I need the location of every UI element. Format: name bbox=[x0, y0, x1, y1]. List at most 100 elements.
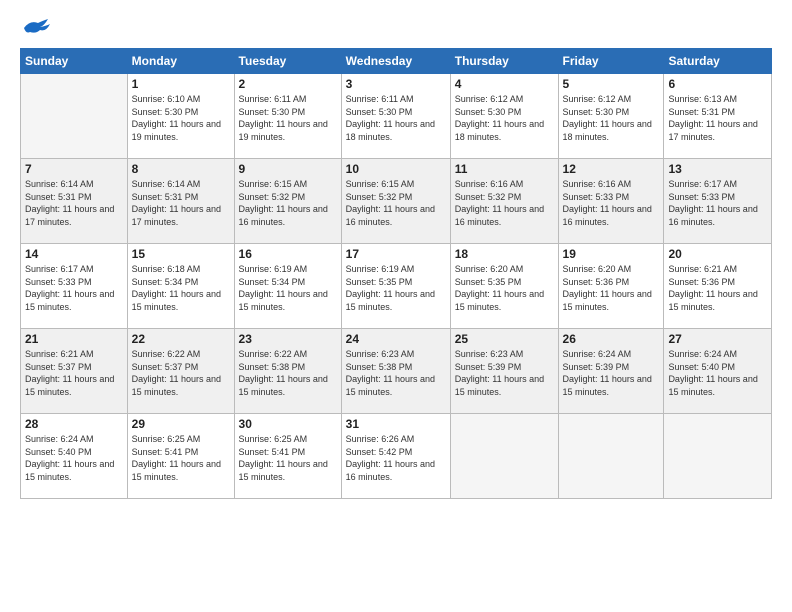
day-info: Sunrise: 6:25 AMSunset: 5:41 PMDaylight:… bbox=[239, 433, 337, 483]
calendar-cell: 22Sunrise: 6:22 AMSunset: 5:37 PMDayligh… bbox=[127, 329, 234, 414]
calendar-cell: 27 Sunrise: 6:24 AMSunset: 5:40 PMDayligh… bbox=[664, 329, 772, 414]
day-info: Sunrise: 6:20 AMSunset: 5:35 PMDaylight:… bbox=[455, 263, 554, 313]
day-info: Sunrise: 6:17 AMSunset: 5:33 PMDaylight:… bbox=[668, 178, 767, 228]
day-number: 13 bbox=[668, 162, 767, 176]
day-number: 29 bbox=[132, 417, 230, 431]
day-number: 17 bbox=[346, 247, 446, 261]
weekday-header-thursday: Thursday bbox=[450, 49, 558, 74]
day-number: 10 bbox=[346, 162, 446, 176]
calendar-cell: 14 Sunrise: 6:17 AMSunset: 5:33 PMDayligh… bbox=[21, 244, 128, 329]
header bbox=[20, 18, 772, 38]
day-number: 26 bbox=[563, 332, 660, 346]
day-number: 31 bbox=[346, 417, 446, 431]
calendar-cell bbox=[21, 74, 128, 159]
day-info: Sunrise: 6:26 AMSunset: 5:42 PMDaylight:… bbox=[346, 433, 446, 483]
day-info: Sunrise: 6:14 AMSunset: 5:31 PMDaylight:… bbox=[25, 178, 123, 228]
calendar-cell: 26 Sunrise: 6:24 AMSunset: 5:39 PMDayligh… bbox=[558, 329, 664, 414]
calendar-cell: 1 Sunrise: 6:10 AMSunset: 5:30 PMDaylight… bbox=[127, 74, 234, 159]
day-info: Sunrise: 6:12 AMSunset: 5:30 PMDaylight:… bbox=[563, 93, 660, 143]
day-info: Sunrise: 6:16 AMSunset: 5:33 PMDaylight:… bbox=[563, 178, 660, 228]
day-number: 8 bbox=[132, 162, 230, 176]
day-info: Sunrise: 6:14 AMSunset: 5:31 PMDaylight:… bbox=[132, 178, 230, 228]
day-number: 5 bbox=[563, 77, 660, 91]
day-number: 7 bbox=[25, 162, 123, 176]
day-info: Sunrise: 6:19 AMSunset: 5:35 PMDaylight:… bbox=[346, 263, 446, 313]
calendar-cell: 17 Sunrise: 6:19 AMSunset: 5:35 PMDayligh… bbox=[341, 244, 450, 329]
day-number: 30 bbox=[239, 417, 337, 431]
day-number: 28 bbox=[25, 417, 123, 431]
day-info: Sunrise: 6:11 AMSunset: 5:30 PMDaylight:… bbox=[239, 93, 337, 143]
calendar-cell: 10 Sunrise: 6:15 AMSunset: 5:32 PMDayligh… bbox=[341, 159, 450, 244]
weekday-header-tuesday: Tuesday bbox=[234, 49, 341, 74]
day-info: Sunrise: 6:25 AMSunset: 5:41 PMDaylight:… bbox=[132, 433, 230, 483]
day-number: 25 bbox=[455, 332, 554, 346]
calendar-cell: 30 Sunrise: 6:25 AMSunset: 5:41 PMDayligh… bbox=[234, 414, 341, 499]
calendar-cell: 11 Sunrise: 6:16 AMSunset: 5:32 PMDayligh… bbox=[450, 159, 558, 244]
day-info: Sunrise: 6:24 AMSunset: 5:40 PMDaylight:… bbox=[25, 433, 123, 483]
day-info: Sunrise: 6:15 AMSunset: 5:32 PMDaylight:… bbox=[346, 178, 446, 228]
day-number: 1 bbox=[132, 77, 230, 91]
calendar-cell: 15Sunrise: 6:18 AMSunset: 5:34 PMDayligh… bbox=[127, 244, 234, 329]
weekday-header-row: SundayMondayTuesdayWednesdayThursdayFrid… bbox=[21, 49, 772, 74]
day-number: 11 bbox=[455, 162, 554, 176]
day-number: 4 bbox=[455, 77, 554, 91]
calendar-table: SundayMondayTuesdayWednesdayThursdayFrid… bbox=[20, 48, 772, 499]
calendar-cell: 23 Sunrise: 6:22 AMSunset: 5:38 PMDayligh… bbox=[234, 329, 341, 414]
day-info: Sunrise: 6:24 AMSunset: 5:39 PMDaylight:… bbox=[563, 348, 660, 398]
day-number: 12 bbox=[563, 162, 660, 176]
calendar-cell: 16Sunrise: 6:19 AMSunset: 5:34 PMDayligh… bbox=[234, 244, 341, 329]
day-info: Sunrise: 6:19 AMSunset: 5:34 PMDaylight:… bbox=[239, 263, 337, 313]
logo-bird-icon bbox=[22, 18, 50, 38]
calendar-cell: 28 Sunrise: 6:24 AMSunset: 5:40 PMDayligh… bbox=[21, 414, 128, 499]
day-number: 24 bbox=[346, 332, 446, 346]
calendar-cell: 4 Sunrise: 6:12 AMSunset: 5:30 PMDaylight… bbox=[450, 74, 558, 159]
calendar-week-row: 14 Sunrise: 6:17 AMSunset: 5:33 PMDayligh… bbox=[21, 244, 772, 329]
day-number: 2 bbox=[239, 77, 337, 91]
day-info: Sunrise: 6:23 AMSunset: 5:38 PMDaylight:… bbox=[346, 348, 446, 398]
day-number: 6 bbox=[668, 77, 767, 91]
day-info: Sunrise: 6:21 AMSunset: 5:36 PMDaylight:… bbox=[668, 263, 767, 313]
calendar-cell: 7 Sunrise: 6:14 AMSunset: 5:31 PMDaylight… bbox=[21, 159, 128, 244]
weekday-header-wednesday: Wednesday bbox=[341, 49, 450, 74]
day-info: Sunrise: 6:21 AMSunset: 5:37 PMDaylight:… bbox=[25, 348, 123, 398]
logo bbox=[20, 18, 52, 38]
calendar-cell: 5 Sunrise: 6:12 AMSunset: 5:30 PMDaylight… bbox=[558, 74, 664, 159]
page: SundayMondayTuesdayWednesdayThursdayFrid… bbox=[0, 0, 792, 612]
weekday-header-saturday: Saturday bbox=[664, 49, 772, 74]
calendar-cell bbox=[558, 414, 664, 499]
day-number: 3 bbox=[346, 77, 446, 91]
day-info: Sunrise: 6:24 AMSunset: 5:40 PMDaylight:… bbox=[668, 348, 767, 398]
calendar-week-row: 7 Sunrise: 6:14 AMSunset: 5:31 PMDaylight… bbox=[21, 159, 772, 244]
day-info: Sunrise: 6:15 AMSunset: 5:32 PMDaylight:… bbox=[239, 178, 337, 228]
day-number: 23 bbox=[239, 332, 337, 346]
day-info: Sunrise: 6:13 AMSunset: 5:31 PMDaylight:… bbox=[668, 93, 767, 143]
calendar-cell: 8 Sunrise: 6:14 AMSunset: 5:31 PMDaylight… bbox=[127, 159, 234, 244]
day-info: Sunrise: 6:16 AMSunset: 5:32 PMDaylight:… bbox=[455, 178, 554, 228]
weekday-header-friday: Friday bbox=[558, 49, 664, 74]
day-info: Sunrise: 6:20 AMSunset: 5:36 PMDaylight:… bbox=[563, 263, 660, 313]
calendar-cell: 3 Sunrise: 6:11 AMSunset: 5:30 PMDaylight… bbox=[341, 74, 450, 159]
calendar-cell: 12 Sunrise: 6:16 AMSunset: 5:33 PMDayligh… bbox=[558, 159, 664, 244]
day-info: Sunrise: 6:17 AMSunset: 5:33 PMDaylight:… bbox=[25, 263, 123, 313]
day-info: Sunrise: 6:10 AMSunset: 5:30 PMDaylight:… bbox=[132, 93, 230, 143]
calendar-cell bbox=[450, 414, 558, 499]
calendar-week-row: 28 Sunrise: 6:24 AMSunset: 5:40 PMDayligh… bbox=[21, 414, 772, 499]
day-info: Sunrise: 6:12 AMSunset: 5:30 PMDaylight:… bbox=[455, 93, 554, 143]
calendar-cell bbox=[664, 414, 772, 499]
day-number: 20 bbox=[668, 247, 767, 261]
calendar-cell: 21Sunrise: 6:21 AMSunset: 5:37 PMDayligh… bbox=[21, 329, 128, 414]
calendar-cell: 25 Sunrise: 6:23 AMSunset: 5:39 PMDayligh… bbox=[450, 329, 558, 414]
day-number: 9 bbox=[239, 162, 337, 176]
day-info: Sunrise: 6:22 AMSunset: 5:38 PMDaylight:… bbox=[239, 348, 337, 398]
calendar-cell: 24 Sunrise: 6:23 AMSunset: 5:38 PMDayligh… bbox=[341, 329, 450, 414]
calendar-cell: 13 Sunrise: 6:17 AMSunset: 5:33 PMDayligh… bbox=[664, 159, 772, 244]
calendar-week-row: 21Sunrise: 6:21 AMSunset: 5:37 PMDayligh… bbox=[21, 329, 772, 414]
day-info: Sunrise: 6:23 AMSunset: 5:39 PMDaylight:… bbox=[455, 348, 554, 398]
day-number: 14 bbox=[25, 247, 123, 261]
day-number: 19 bbox=[563, 247, 660, 261]
calendar-cell: 9 Sunrise: 6:15 AMSunset: 5:32 PMDaylight… bbox=[234, 159, 341, 244]
calendar-cell: 19 Sunrise: 6:20 AMSunset: 5:36 PMDayligh… bbox=[558, 244, 664, 329]
day-number: 27 bbox=[668, 332, 767, 346]
day-info: Sunrise: 6:11 AMSunset: 5:30 PMDaylight:… bbox=[346, 93, 446, 143]
weekday-header-sunday: Sunday bbox=[21, 49, 128, 74]
